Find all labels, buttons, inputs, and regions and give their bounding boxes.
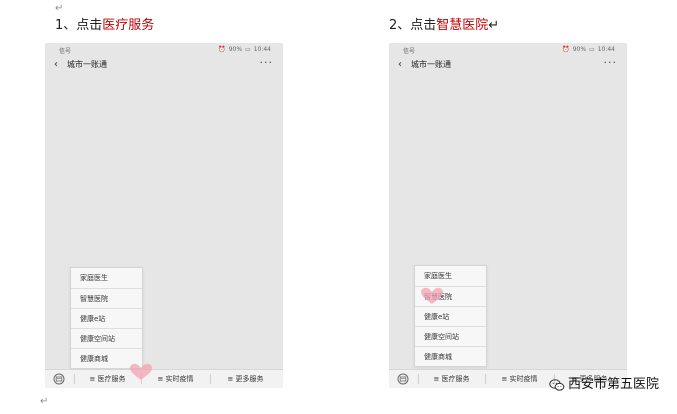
signal-status: 信号 — [403, 48, 416, 55]
back-arrow-icon[interactable]: ‹ — [398, 57, 402, 73]
menu-item-health-space-station[interactable]: 健康空间站 — [415, 326, 486, 346]
tab-divider — [418, 374, 419, 384]
battery-percent: 90% — [572, 46, 587, 53]
status-bar: 信号 ⏰ 90% ▭ 10:44 — [389, 43, 627, 57]
menu-item-smart-hospital[interactable]: 智慧医院 — [415, 286, 486, 306]
battery-percent: 90% — [228, 46, 243, 53]
more-dots-icon[interactable]: ··· — [604, 55, 618, 71]
menu-item-family-doctor[interactable]: 家庭医生 — [71, 268, 142, 288]
menu-item-smart-hospital[interactable]: 智慧医院 — [71, 288, 142, 308]
status-right: ⏰ 90% ▭ 10:44 — [218, 46, 271, 53]
watermark-text: 西安市第五医院 — [567, 377, 659, 392]
watermark: 西安市第五医院 — [549, 377, 659, 393]
menu-item-health-mall[interactable]: 健康商城 — [71, 348, 142, 368]
back-arrow-icon[interactable]: ‹ — [54, 57, 58, 73]
bottom-paragraph-mark: ↵ — [40, 396, 49, 407]
wechat-icon — [549, 378, 565, 391]
step-1-highlight: 医疗服务 — [102, 18, 155, 33]
signal-status: 信号 — [59, 48, 72, 55]
menu-item-health-e-station[interactable]: 健康e站 — [415, 306, 486, 326]
battery-icon: ▭ — [245, 46, 251, 53]
step-2-title: 2、点击智慧医院↵ — [389, 18, 499, 34]
document-page: ↵ 1、点击医疗服务 2、点击智慧医院↵ 信号 ⏰ 90% ▭ 10:44 ‹ … — [0, 0, 677, 414]
tab-divider — [141, 374, 142, 384]
tab-realtime-epidemic[interactable]: ≡ 实时疫情 — [489, 370, 550, 388]
status-right: ⏰ 90% ▭ 10:44 — [562, 46, 615, 53]
phone-title: 城市一账通 — [67, 60, 107, 69]
alarm-icon: ⏰ — [218, 46, 226, 53]
tab-medical-service[interactable]: ≡ 医疗服务 — [422, 370, 481, 388]
status-bar: 信号 ⏰ 90% ▭ 10:44 — [45, 43, 283, 57]
tab-divider — [210, 374, 211, 384]
bottom-service-bar: ≡ 医疗服务 ≡ 实时疫情 ≡ 更多服务 — [45, 369, 283, 388]
more-dots-icon[interactable]: ··· — [260, 55, 274, 71]
step-2-highlight: 智慧医院 — [436, 18, 489, 33]
alarm-icon: ⏰ — [562, 46, 570, 53]
service-menu: 家庭医生 智慧医院 健康e站 健康空间站 健康商城 — [70, 267, 143, 369]
tab-divider — [74, 374, 75, 384]
menu-item-family-doctor[interactable]: 家庭医生 — [415, 266, 486, 286]
phone-screenshot-1: 信号 ⏰ 90% ▭ 10:44 ‹ 城市一账通 ··· 家庭医生 智慧医院 健… — [45, 43, 283, 388]
phone-nav-bar: ‹ 城市一账通 ··· — [45, 55, 283, 73]
menu-item-health-space-station[interactable]: 健康空间站 — [71, 328, 142, 348]
tab-divider — [485, 374, 486, 384]
tab-medical-service[interactable]: ≡ 医疗服务 — [78, 370, 137, 388]
battery-icon: ▭ — [589, 46, 595, 53]
tab-more-services[interactable]: ≡ 更多服务 — [215, 370, 276, 388]
phone-title: 城市一账通 — [411, 60, 451, 69]
tab-realtime-epidemic[interactable]: ≡ 实时疫情 — [145, 370, 206, 388]
service-menu: 家庭医生 智慧医院 健康e站 健康空间站 健康商城 — [414, 265, 487, 367]
step-1-title: 1、点击医疗服务 — [55, 18, 154, 34]
phone-nav-bar: ‹ 城市一账通 ··· — [389, 55, 627, 73]
status-time: 10:44 — [253, 46, 271, 53]
step-2-suffix: ↵ — [488, 18, 500, 33]
keyboard-icon[interactable] — [53, 373, 65, 385]
status-time: 10:44 — [597, 46, 615, 53]
top-paragraph-mark: ↵ — [55, 3, 64, 14]
menu-item-health-e-station[interactable]: 健康e站 — [71, 308, 142, 328]
menu-item-health-mall[interactable]: 健康商城 — [415, 346, 486, 366]
step-1-prefix: 1、点击 — [55, 18, 103, 33]
keyboard-icon[interactable] — [397, 373, 409, 385]
step-2-prefix: 2、点击 — [389, 18, 437, 33]
phone-screenshot-2: 信号 ⏰ 90% ▭ 10:44 ‹ 城市一账通 ··· 家庭医生 智慧医院 健… — [389, 43, 627, 388]
